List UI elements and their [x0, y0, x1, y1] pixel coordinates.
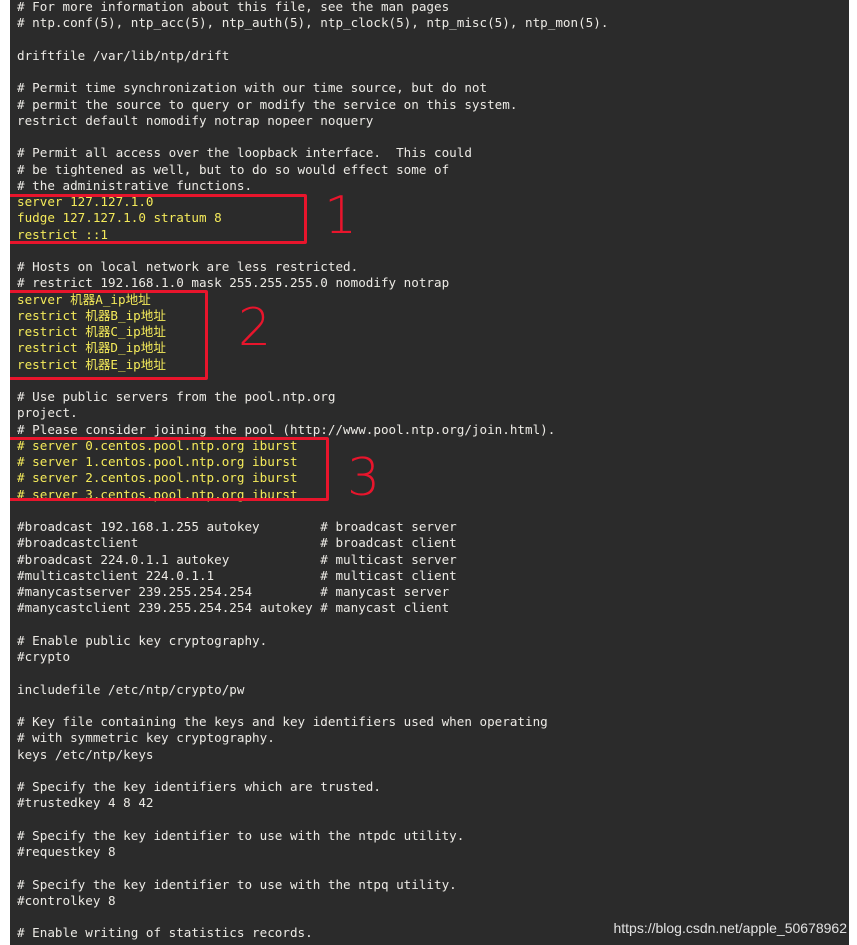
code-line-text: # Permit time synchronization with our t…	[17, 80, 488, 96]
annotation-box-2	[10, 290, 208, 380]
code-line-text: # the administrative functions.	[17, 177, 253, 193]
annotation-label-3: 3	[347, 448, 381, 508]
code-line: keys /etc/ntp/keys	[17, 747, 608, 763]
code-line: restrict default nomodify notrap nopeer …	[17, 113, 608, 129]
code-line: # Use public servers from the pool.ntp.o…	[17, 389, 608, 405]
code-line: # Hosts on local network are less restri…	[17, 259, 608, 275]
code-line-text: # Specify the key identifiers which are …	[17, 779, 381, 794]
code-line-text: # Specify the key identifier to use with…	[17, 827, 465, 843]
terminal-window: # For more information about this file, …	[10, 0, 849, 945]
code-line-text: driftfile /var/lib/ntp/drift	[17, 47, 230, 63]
code-line-text: includefile /etc/ntp/crypto/pw	[17, 681, 245, 697]
code-line-text: #crypto	[17, 649, 71, 664]
code-line-text: # Enable writing of statistics records.	[17, 925, 313, 941]
code-line: # Enable writing of statistics records.	[17, 925, 608, 941]
code-line-text: #manycastserver 239.255.254.254 # manyca…	[17, 584, 450, 599]
code-line: #trustedkey 4 8 42	[17, 795, 608, 811]
code-line: #manycastclient 239.255.254.254 autokey …	[17, 600, 608, 616]
code-line: # For more information about this file, …	[17, 0, 608, 15]
code-line: # ntp.conf(5), ntp_acc(5), ntp_auth(5), …	[17, 15, 608, 31]
code-line-text: #broadcastclient # broadcast client	[17, 535, 457, 551]
code-line-text: #trustedkey 4 8 42	[17, 795, 154, 811]
code-line: #multicastclient 224.0.1.1 # multicast c…	[17, 568, 608, 584]
code-line: #broadcast 192.168.1.255 autokey # broad…	[17, 519, 608, 535]
code-line: includefile /etc/ntp/crypto/pw	[17, 682, 608, 698]
annotation-box-1	[10, 194, 307, 244]
code-line-text: # ntp.conf(5), ntp_acc(5), ntp_auth(5), …	[17, 15, 609, 31]
annotation-box-3	[10, 437, 329, 501]
code-line: # permit the source to query or modify t…	[17, 97, 608, 113]
code-line: # the administrative functions.	[17, 178, 608, 194]
code-line: # Specify the key identifier to use with…	[17, 828, 608, 844]
code-line-text: #broadcast 224.0.1.1 autokey # multicast…	[17, 551, 457, 567]
code-line-text: #requestkey 8	[17, 844, 116, 859]
code-line-text: #manycastclient 239.255.254.254 autokey …	[17, 600, 450, 616]
code-line: #broadcast 224.0.1.1 autokey # multicast…	[17, 552, 608, 568]
code-line-text: # For more information about this file, …	[17, 0, 450, 14]
code-line: #controlkey 8	[17, 893, 608, 909]
code-line-text: # Specify the key identifier to use with…	[17, 876, 457, 892]
code-line: # Key file containing the keys and key i…	[17, 714, 608, 730]
code-line: #crypto	[17, 649, 608, 665]
code-line-text: # Key file containing the keys and key i…	[17, 714, 548, 729]
code-line-text: #multicastclient 224.0.1.1 # multicast c…	[17, 567, 457, 583]
code-line: # Please consider joining the pool (http…	[17, 422, 608, 438]
code-line-text: # with symmetric key cryptography.	[17, 730, 275, 746]
code-line-text: # Enable public key cryptography.	[17, 632, 268, 648]
code-line: #manycastserver 239.255.254.254 # manyca…	[17, 584, 608, 600]
annotation-label-2: 2	[238, 298, 272, 358]
code-line: # Specify the key identifier to use with…	[17, 877, 608, 893]
watermark: https://blog.csdn.net/apple_50678962	[613, 920, 847, 936]
code-line-text: # Hosts on local network are less restri…	[17, 259, 359, 274]
code-line-text: keys /etc/ntp/keys	[17, 746, 154, 762]
code-line-text: # Use public servers from the pool.ntp.o…	[17, 389, 336, 404]
code-line: #broadcastclient # broadcast client	[17, 535, 608, 551]
code-line-text: project.	[17, 405, 78, 421]
code-line-text: # be tightened as well, but to do so wou…	[17, 161, 450, 177]
code-line-text: # Permit all access over the loopback in…	[17, 145, 472, 161]
code-line: # be tightened as well, but to do so wou…	[17, 162, 608, 178]
code-line-text: # permit the source to query or modify t…	[17, 96, 518, 112]
code-line: # Permit all access over the loopback in…	[17, 145, 608, 161]
code-line: # with symmetric key cryptography.	[17, 730, 608, 746]
code-line: project.	[17, 405, 608, 421]
code-line-text: restrict default nomodify notrap nopeer …	[17, 112, 374, 128]
code-line-text: #broadcast 192.168.1.255 autokey # broad…	[17, 519, 457, 534]
code-line: driftfile /var/lib/ntp/drift	[17, 48, 608, 64]
code-line-text: # Please consider joining the pool (http…	[17, 421, 556, 437]
code-line: # Enable public key cryptography.	[17, 633, 608, 649]
code-line: # Specify the key identifiers which are …	[17, 779, 608, 795]
annotation-label-1: 1	[324, 186, 358, 246]
code-line-text: # restrict 192.168.1.0 mask 255.255.255.…	[17, 275, 450, 291]
code-line: #requestkey 8	[17, 844, 608, 860]
code-line: # Permit time synchronization with our t…	[17, 80, 608, 96]
code-line-text: #controlkey 8	[17, 892, 116, 908]
